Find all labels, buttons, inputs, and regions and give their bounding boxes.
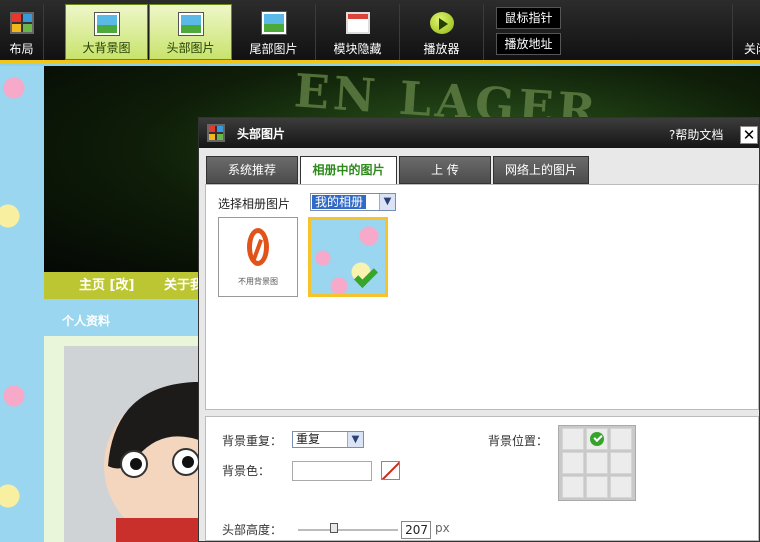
- profile-section-title: 个人资料: [62, 314, 111, 328]
- toolbar-footer-image-label: 尾部图片: [249, 42, 298, 56]
- window-icon: [345, 12, 370, 34]
- position-bottom-center[interactable]: [586, 476, 608, 498]
- nav-home-link[interactable]: 主页 [改]: [79, 272, 134, 299]
- position-top-right[interactable]: [610, 428, 632, 450]
- height-unit: px: [435, 521, 450, 535]
- bg-color-field[interactable]: [292, 461, 372, 481]
- layout-icon: [9, 12, 34, 34]
- position-top-left[interactable]: [562, 428, 584, 450]
- header-image-icon: [178, 13, 203, 35]
- header-height-input[interactable]: 207: [401, 521, 431, 539]
- thumb-balloon-image[interactable]: [308, 217, 388, 297]
- header-image-dialog: 头部图片 ?帮助文档 ✕ 系统推荐 相册中的图片 上 传 网络上的图片 选择相册…: [198, 117, 760, 542]
- dialog-close-icon[interactable]: ✕: [740, 126, 758, 144]
- tab-upload[interactable]: 上 传: [399, 156, 491, 184]
- album-select-value: 我的相册: [312, 195, 367, 209]
- bg-position-label: 背景位置：: [488, 434, 549, 448]
- toolbar-close-label: 关闭: [744, 42, 760, 56]
- album-select-label: 选择相册图片: [218, 197, 291, 211]
- blog-nav-bar: 主页 [改] 关于我: [44, 272, 204, 299]
- background-image-icon: [94, 13, 119, 35]
- tab-web-images[interactable]: 网络上的图片: [493, 156, 589, 184]
- repeat-label: 背景重复：: [222, 434, 283, 448]
- toolbar-background-button[interactable]: 大背景图: [65, 4, 148, 60]
- album-select[interactable]: 我的相册 ▼: [310, 193, 396, 211]
- toolbar-close-button[interactable]: 关闭: [732, 4, 760, 60]
- position-middle-left[interactable]: [562, 452, 584, 474]
- help-doc-link[interactable]: ?帮助文档: [669, 126, 723, 143]
- position-bottom-right[interactable]: [610, 476, 632, 498]
- toolbar-layout-button[interactable]: 布局: [0, 4, 44, 60]
- header-height-label: 头部高度：: [222, 523, 283, 537]
- toolbar-header-image-button[interactable]: 头部图片: [149, 4, 232, 60]
- thumb-caption: 不用背景图: [238, 277, 278, 286]
- position-top-center[interactable]: [586, 428, 608, 450]
- toolbar-player-label: 播放器: [423, 42, 460, 56]
- play-address-button[interactable]: 播放地址: [496, 33, 561, 55]
- bg-position-grid: [558, 425, 636, 501]
- toolbar-header-image-label: 头部图片: [166, 41, 215, 55]
- profile-avatar-image: [64, 346, 204, 542]
- clear-color-icon[interactable]: [381, 461, 400, 480]
- slider-track: [298, 529, 398, 532]
- repeat-select-value: 重复: [296, 432, 321, 446]
- bg-color-label: 背景色：: [222, 464, 271, 478]
- position-middle-center[interactable]: [586, 452, 608, 474]
- slider-handle[interactable]: [330, 523, 338, 533]
- dialog-titlebar: 头部图片 ?帮助文档 ✕: [199, 118, 759, 148]
- tab-album-images[interactable]: 相册中的图片: [300, 156, 397, 185]
- toolbar-player-button[interactable]: 播放器: [400, 4, 484, 60]
- position-bottom-left[interactable]: [562, 476, 584, 498]
- checkmark-icon: [353, 263, 379, 289]
- toolbar-footer-image-button[interactable]: 尾部图片: [232, 4, 316, 60]
- no-image-icon: [247, 228, 269, 266]
- footer-image-icon: [261, 12, 286, 34]
- position-middle-right[interactable]: [610, 452, 632, 474]
- mouse-pointer-button[interactable]: 鼠标指针: [496, 7, 561, 29]
- dialog-app-icon: [207, 124, 225, 142]
- top-toolbar: 布局 大背景图 头部图片 尾部图片 模块隐藏 播放器 鼠标指针 播放地址 关闭: [0, 0, 760, 63]
- chevron-down-icon[interactable]: ▼: [379, 194, 395, 210]
- thumb-no-image[interactable]: 不用背景图: [218, 217, 298, 297]
- settings-panel: 背景重复： 重复 ▼ 背景色： 背景位置： 头部高度： 207 px: [205, 416, 759, 541]
- album-panel: 选择相册图片 我的相册 ▼ 不用背景图: [205, 184, 759, 410]
- tab-system-recommend[interactable]: 系统推荐: [206, 156, 298, 184]
- toolbar-layout-label: 布局: [9, 42, 34, 56]
- dialog-body: 系统推荐 相册中的图片 上 传 网络上的图片 选择相册图片 我的相册 ▼ 不用背…: [199, 148, 759, 541]
- chevron-down-icon[interactable]: ▼: [347, 432, 363, 447]
- repeat-select[interactable]: 重复 ▼: [292, 431, 364, 448]
- header-height-slider[interactable]: [298, 523, 398, 533]
- toolbar-module-hide-button[interactable]: 模块隐藏: [316, 4, 400, 60]
- avatar-illustration: [104, 382, 204, 542]
- dialog-title: 头部图片: [237, 127, 286, 141]
- toolbar-background-label: 大背景图: [82, 41, 131, 55]
- toolbar-module-hide-label: 模块隐藏: [333, 42, 382, 56]
- play-icon: [429, 12, 454, 34]
